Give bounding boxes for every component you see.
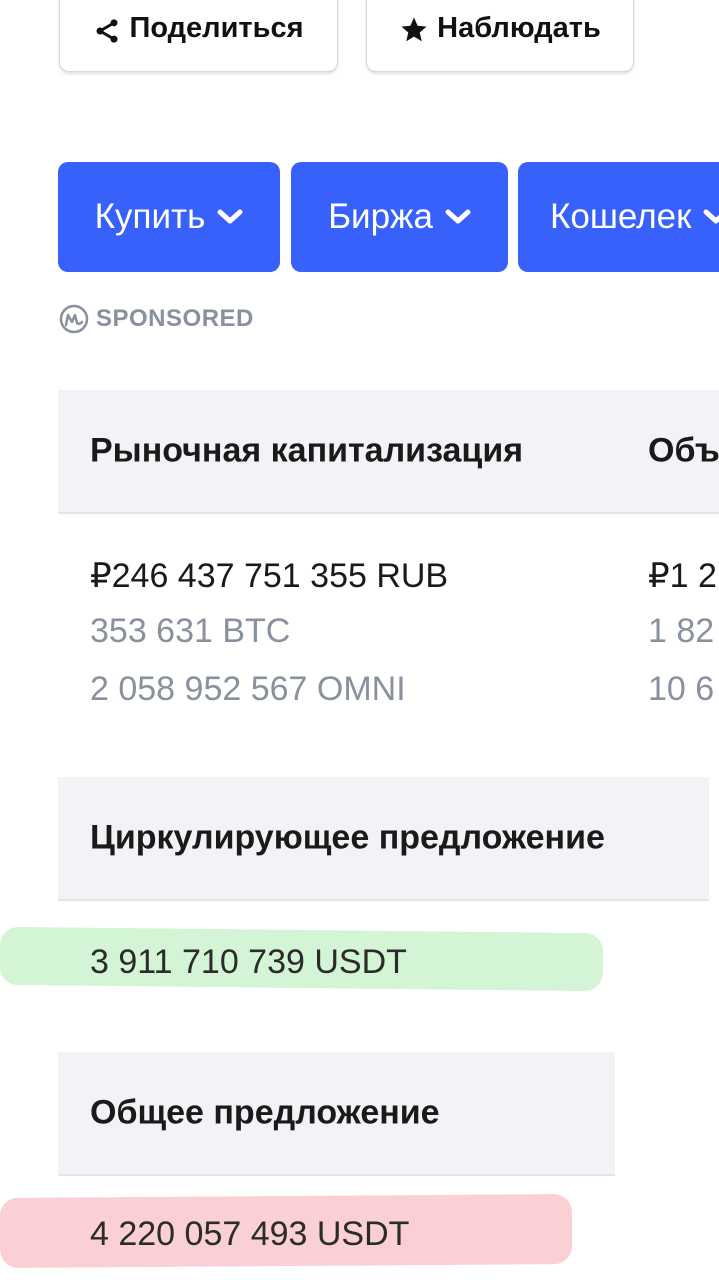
chevron-down-icon	[217, 208, 243, 226]
total-supply-header: Общее предложение	[58, 1052, 615, 1176]
volume-rub: ₽1 2	[648, 557, 717, 595]
total-supply-value: 4 220 057 493 USDT	[90, 1215, 410, 1253]
share-button-label: Поделиться	[129, 12, 304, 44]
watch-button-label: Наблюдать	[437, 12, 601, 44]
chevron-down-icon	[445, 208, 471, 226]
page: Поделиться Наблюдать Купить Биржа Кошеле…	[0, 0, 719, 1280]
buy-dropdown-label: Купить	[94, 197, 206, 236]
share-button[interactable]: Поделиться	[59, 0, 338, 72]
circulating-supply-title: Циркулирующее предложение	[90, 818, 605, 857]
sponsored-text: SPONSORED	[96, 305, 254, 332]
sponsored-label: SPONSORED	[58, 303, 254, 335]
coinmarketcap-logo-icon	[58, 303, 90, 335]
volume-btc: 1 82	[648, 612, 715, 650]
buy-dropdown-button[interactable]: Купить	[58, 162, 280, 272]
volume-omni: 10 6	[648, 670, 715, 708]
wallet-dropdown-label: Кошелек	[550, 197, 692, 236]
star-icon	[399, 15, 429, 45]
exchange-dropdown-button[interactable]: Биржа	[291, 162, 508, 272]
circulating-supply-value: 3 911 710 739 USDT	[90, 943, 407, 981]
market-cap-omni: 2 058 952 567 OMNI	[90, 670, 406, 708]
circulating-supply-header: Циркулирующее предложение	[58, 777, 709, 901]
exchange-dropdown-label: Биржа	[328, 197, 433, 236]
market-cap-rub: ₽246 437 751 355 RUB	[90, 557, 449, 595]
market-cap-btc: 353 631 BTC	[90, 612, 291, 650]
volume-title: Объ	[648, 431, 719, 470]
share-icon	[93, 17, 121, 45]
watch-button[interactable]: Наблюдать	[366, 0, 634, 72]
market-cap-header: Рыночная капитализация Объ	[58, 390, 719, 514]
chevron-down-icon	[703, 208, 719, 226]
wallet-dropdown-button[interactable]: Кошелек	[518, 162, 719, 272]
total-supply-title: Общее предложение	[90, 1093, 440, 1132]
market-cap-title: Рыночная капитализация	[90, 431, 524, 470]
